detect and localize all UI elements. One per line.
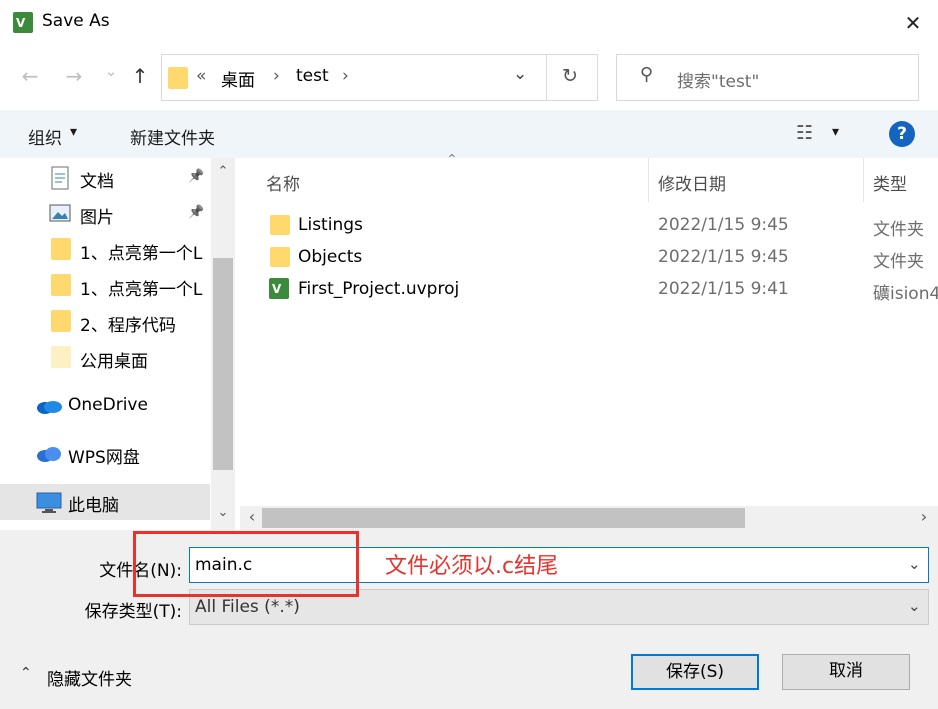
document-icon [51, 166, 69, 190]
sidebar-item-folder[interactable]: 1、点亮第一个L [0, 232, 210, 268]
onedrive-icon [37, 401, 62, 414]
close-button[interactable]: ✕ [900, 10, 926, 36]
picture-icon [49, 204, 71, 222]
view-options-icon[interactable]: ☷ [796, 122, 813, 144]
new-folder-button[interactable]: 新建文件夹 [130, 124, 215, 149]
file-name: Listings [298, 215, 363, 235]
column-divider[interactable] [648, 158, 649, 202]
breadcrumb-item-desktop[interactable]: 桌面 [221, 66, 255, 91]
sidebar-item-label: 2、程序代码 [80, 316, 176, 336]
svg-text:V: V [16, 16, 26, 30]
column-header-type[interactable]: 类型 [873, 170, 907, 195]
recent-locations-button[interactable]: ⌄ [99, 62, 123, 80]
filetype-dropdown-icon[interactable]: ⌄ [908, 597, 921, 615]
sidebar-item-this-pc[interactable]: 此电脑 [0, 484, 210, 520]
filetype-label: 保存类型(T): [84, 602, 182, 622]
up-folder-button[interactable]: ↑ [128, 64, 152, 88]
pin-icon: 📌 [188, 169, 205, 184]
file-date: 2022/1/15 9:45 [658, 247, 789, 267]
file-type: 文件夹 [873, 220, 924, 240]
hide-folders-toggle[interactable]: 隐藏文件夹 [47, 665, 132, 690]
computer-icon [36, 492, 62, 513]
sidebar-item-label: 公用桌面 [80, 352, 148, 372]
forward-button[interactable]: → [62, 64, 86, 88]
help-icon[interactable]: ? [889, 121, 915, 147]
file-date: 2022/1/15 9:45 [658, 215, 789, 235]
organize-button[interactable]: 组织 [28, 124, 62, 149]
cancel-button[interactable]: 取消 [782, 654, 910, 690]
breadcrumb-separator[interactable]: › [273, 66, 280, 86]
breadcrumb-item-test[interactable]: test [296, 66, 329, 86]
table-row[interactable]: Listings 2022/1/15 9:45 文件夹 [240, 210, 938, 240]
file-type: 礦ision4 [873, 284, 938, 304]
wps-cloud-icon [37, 447, 61, 462]
scroll-left-arrow[interactable]: ‹ [242, 507, 262, 526]
keil-app-icon: V [13, 12, 33, 33]
search-input[interactable]: 搜索"test" [677, 67, 759, 92]
sidebar-item-documents[interactable]: 文档 📌 [0, 160, 210, 196]
folder-icon [270, 215, 290, 235]
column-header-date[interactable]: 修改日期 [658, 170, 726, 195]
folder-icon [51, 346, 71, 368]
search-box[interactable] [616, 54, 919, 101]
organize-dropdown-icon[interactable]: ▾ [70, 124, 77, 140]
file-name: First_Project.uvproj [298, 279, 460, 299]
breadcrumb-overflow[interactable]: « [196, 66, 206, 86]
hscroll-thumb[interactable] [262, 508, 745, 528]
refresh-button[interactable]: ↻ [562, 65, 578, 87]
sidebar-item-label: 1、点亮第一个L [80, 244, 203, 264]
search-icon: ⚲ [640, 64, 654, 85]
scroll-right-arrow[interactable]: › [914, 507, 934, 526]
sidebar-item-label: 此电脑 [68, 496, 119, 516]
window-title: Save As [42, 11, 110, 31]
sidebar-item-label: WPS网盘 [68, 448, 140, 468]
folder-icon [51, 310, 71, 332]
file-name: Objects [298, 247, 363, 267]
sidebar-item-label: 图片 [80, 208, 114, 228]
folder-icon [270, 247, 290, 267]
title-bar [0, 0, 938, 44]
table-row[interactable]: V First_Project.uvproj 2022/1/15 9:41 礦i… [240, 274, 938, 304]
annotation-highlight-box [133, 531, 359, 597]
address-divider [546, 54, 547, 101]
collapse-chevron-icon[interactable]: ⌃ [20, 665, 32, 681]
sidebar-item-folder[interactable]: 2、程序代码 [0, 304, 210, 340]
pin-icon: 📌 [188, 205, 205, 220]
sidebar-item-onedrive[interactable]: OneDrive [0, 388, 210, 424]
sidebar-item-label: 1、点亮第一个L [80, 280, 203, 300]
scroll-down-arrow[interactable]: ⌄ [213, 505, 233, 520]
table-row[interactable]: Objects 2022/1/15 9:45 文件夹 [240, 242, 938, 272]
scroll-up-arrow[interactable]: ⌃ [213, 164, 233, 179]
sidebar-item-pictures[interactable]: 图片 📌 [0, 196, 210, 232]
filetype-value: All Files (*.*) [195, 597, 300, 617]
file-type: 文件夹 [873, 252, 924, 272]
view-dropdown-icon[interactable]: ▾ [832, 124, 839, 140]
filename-dropdown-icon[interactable]: ⌄ [908, 555, 921, 573]
sidebar-item-label: OneDrive [68, 395, 148, 415]
svg-text:V: V [272, 282, 282, 296]
back-button[interactable]: ← [18, 64, 42, 88]
save-button[interactable]: 保存(S) [631, 654, 759, 690]
sidebar-scroll-thumb[interactable] [213, 258, 233, 470]
sidebar-item-folder[interactable]: 1、点亮第一个L [0, 268, 210, 304]
file-date: 2022/1/15 9:41 [658, 279, 789, 299]
column-header-name[interactable]: 名称 [266, 170, 300, 195]
sidebar-item-label: 文档 [80, 172, 114, 192]
address-dropdown-button[interactable]: ⌄ [513, 64, 527, 84]
folder-icon [51, 238, 71, 260]
folder-icon [168, 67, 188, 89]
sidebar-item-public-desktop[interactable]: 公用桌面 [0, 340, 210, 376]
keil-project-icon: V [269, 278, 289, 299]
annotation-text: 文件必须以.c结尾 [385, 554, 559, 579]
sort-indicator-icon: ⌃ [446, 152, 458, 168]
sidebar-item-wps-cloud[interactable]: WPS网盘 [0, 436, 210, 472]
folder-icon [51, 274, 71, 296]
breadcrumb-separator[interactable]: › [342, 66, 349, 86]
column-divider[interactable] [863, 158, 864, 202]
